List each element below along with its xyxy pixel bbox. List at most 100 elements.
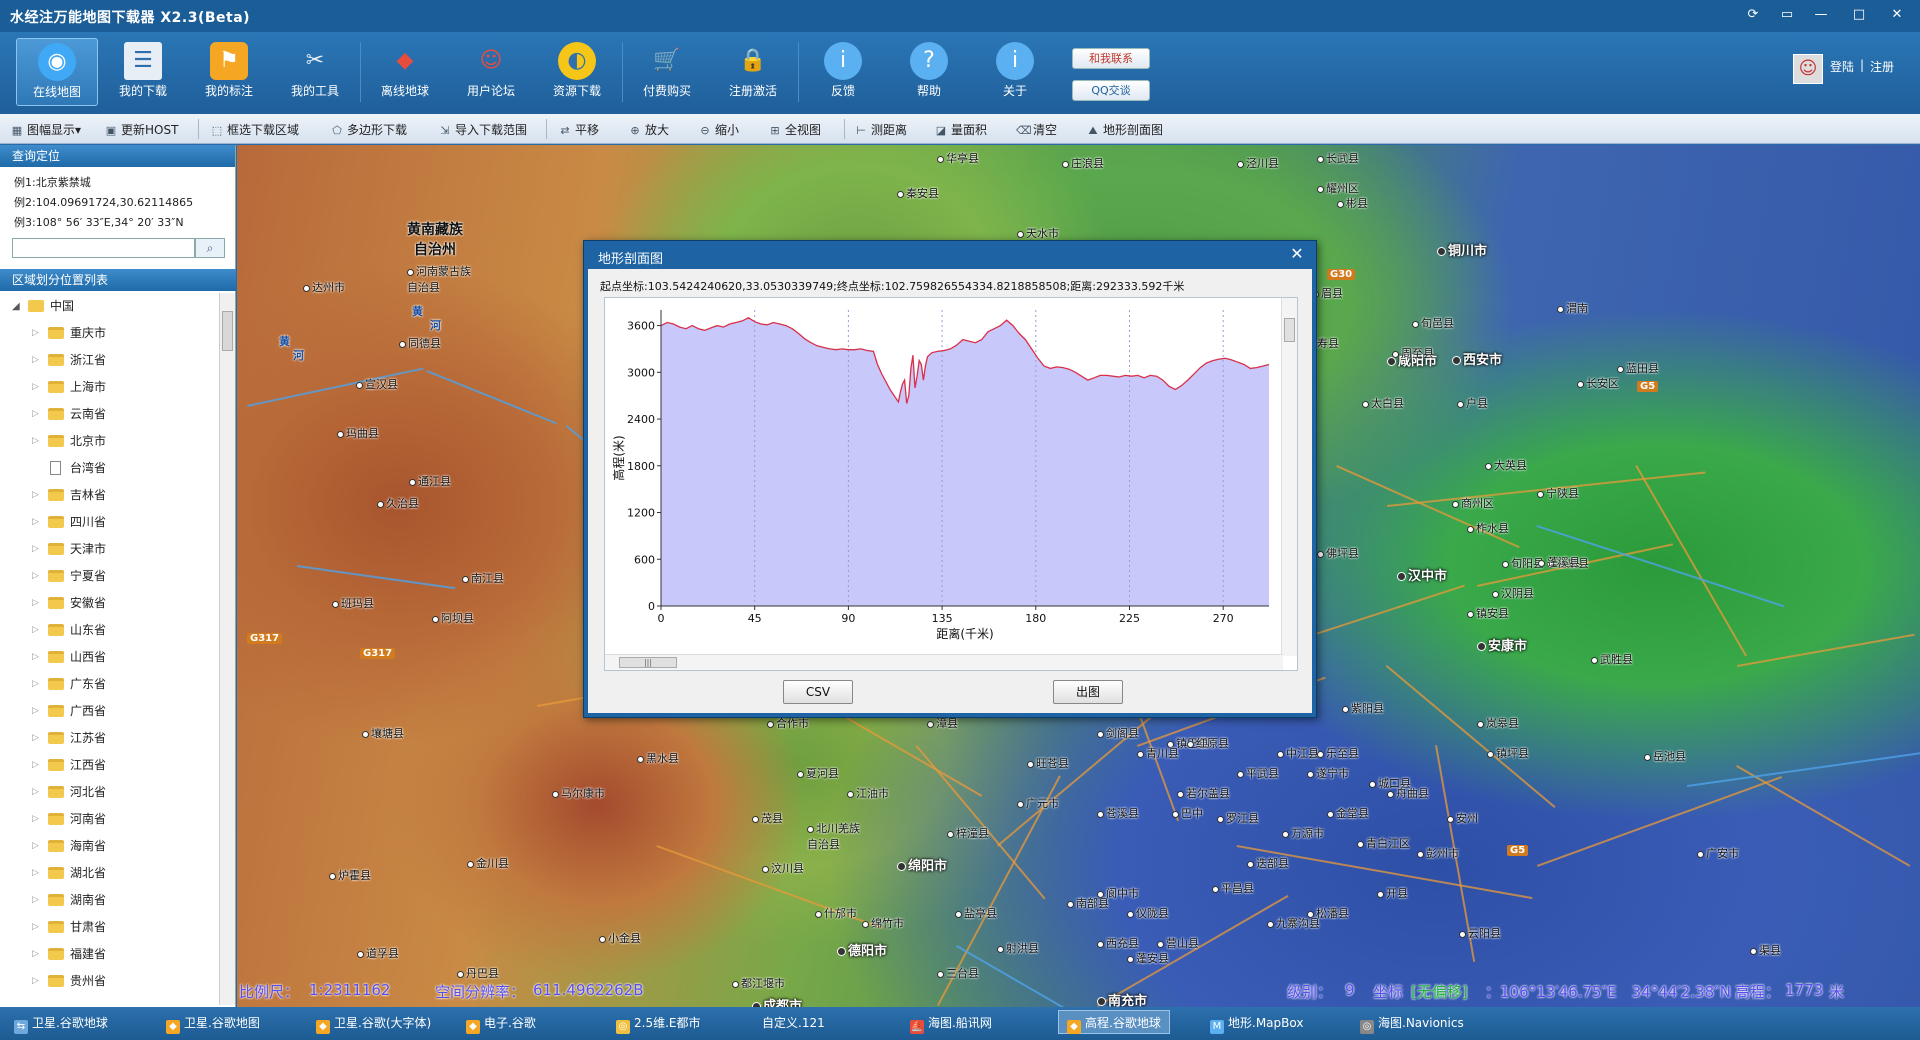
tab-satellite-google-large[interactable]: ◆ 卫星.谷歌(大字体) [316, 1014, 431, 1034]
close-icon[interactable]: ✕ [1286, 244, 1308, 264]
feedback-button[interactable]: i 反馈 [802, 38, 884, 106]
expand-icon[interactable]: ▷ [32, 833, 39, 860]
refresh-icon[interactable]: ⟳ [1738, 4, 1768, 26]
tab-custom[interactable]: 自定义.121 [762, 1014, 825, 1031]
qq-chat-button[interactable]: QQ交谈 [1072, 80, 1150, 101]
expand-icon[interactable]: ▷ [32, 590, 39, 617]
tree-item-province[interactable]: ▷ 浙江省 [0, 347, 219, 374]
scrollbar-thumb[interactable] [222, 311, 233, 351]
expand-icon[interactable]: ▷ [32, 725, 39, 752]
tree-item-province[interactable]: ▷ 北京市 [0, 428, 219, 455]
tab-satellite-google-map[interactable]: ◆ 卫星.谷歌地图 [166, 1014, 260, 1034]
tree-item-province[interactable]: ▷ 贵州省 [0, 968, 219, 995]
import-range-button[interactable]: ⇲ 导入下载范围 [438, 121, 527, 138]
expand-icon[interactable]: ▷ [32, 968, 39, 995]
expand-icon[interactable]: ▷ [32, 752, 39, 779]
scrollbar-thumb[interactable] [1284, 318, 1295, 342]
expand-icon[interactable]: ▷ [32, 644, 39, 671]
measure-distance-button[interactable]: ⊢ 测距离 [854, 121, 907, 138]
tree-item-province[interactable]: ▷ 河北省 [0, 779, 219, 806]
tree-item-province[interactable]: ▷ 云南省 [0, 401, 219, 428]
rect-select-download-button[interactable]: ⬚ 框选下载区域 [210, 121, 299, 138]
tree-item-province[interactable]: ▷ 上海市 [0, 374, 219, 401]
location-search-input[interactable] [12, 238, 195, 258]
expand-icon[interactable]: ▷ [32, 914, 39, 941]
expand-icon[interactable]: ▷ [32, 347, 39, 374]
tree-item-province[interactable]: ▷ 重庆市 [0, 320, 219, 347]
avatar[interactable]: ☺ [1793, 54, 1823, 84]
tab-satellite-google-earth[interactable]: ⇆ 卫星.谷歌地球 [14, 1014, 108, 1034]
tree-item-province[interactable]: ▷ 江苏省 [0, 725, 219, 752]
about-button[interactable]: i 关于 [974, 38, 1056, 106]
tree-item-province[interactable]: ▷ 广东省 [0, 671, 219, 698]
my-marker-button[interactable]: ⚑ 我的标注 [188, 38, 270, 106]
tab-edushi[interactable]: ◎ 2.5维.E都市 [616, 1014, 700, 1034]
expand-icon[interactable]: ▷ [32, 536, 39, 563]
expand-icon[interactable]: ▷ [32, 806, 39, 833]
online-map-button[interactable]: ◉ 在线地图 [16, 38, 98, 106]
minimize-icon[interactable]: — [1806, 4, 1836, 26]
contact-me-button[interactable]: 和我联系 [1072, 48, 1150, 69]
scrollbar-thumb[interactable]: ||| [619, 657, 677, 668]
login-link[interactable]: 登陆 [1830, 58, 1854, 75]
polygon-download-button[interactable]: ⬠ 多边形下载 [330, 121, 407, 138]
tree-item-province[interactable]: ▷ 湖南省 [0, 887, 219, 914]
tree-item-province[interactable]: ▷ 四川省 [0, 509, 219, 536]
expand-icon[interactable]: ▷ [32, 320, 39, 347]
tab-chart-navionics[interactable]: ◎ 海图.Navionics [1360, 1014, 1464, 1034]
expand-icon[interactable]: ▷ [32, 941, 39, 968]
tree-root-china[interactable]: ◢ 中国 [0, 293, 219, 320]
tree-item-province[interactable]: ▷ 山东省 [0, 617, 219, 644]
expand-icon[interactable]: ▷ [32, 428, 39, 455]
tree-item-province[interactable]: ▷ 安徽省 [0, 590, 219, 617]
tab-electronic-google[interactable]: ◆ 电子.谷歌 [466, 1014, 536, 1034]
expand-icon[interactable]: ▷ [32, 509, 39, 536]
expand-icon[interactable]: ▷ [32, 374, 39, 401]
my-download-button[interactable]: ☰ 我的下载 [102, 38, 184, 106]
terrain-profile-button[interactable]: ⛰ 地形剖面图 [1086, 121, 1163, 138]
maximize-icon[interactable]: □ [1844, 4, 1874, 26]
expand-icon[interactable]: ▷ [32, 617, 39, 644]
chart-vertical-scrollbar[interactable] [1281, 298, 1297, 656]
expand-icon[interactable]: ▷ [32, 887, 39, 914]
tree-item-province[interactable]: ▷ 福建省 [0, 941, 219, 968]
tree-item-province[interactable]: ▷ 广西省 [0, 698, 219, 725]
help-button[interactable]: ? 帮助 [888, 38, 970, 106]
my-tools-button[interactable]: ✂ 我的工具 [274, 38, 356, 106]
tree-item-province[interactable]: ▷ 山西省 [0, 644, 219, 671]
full-view-button[interactable]: ⊞ 全视图 [768, 121, 821, 138]
expand-icon[interactable]: ▷ [32, 482, 39, 509]
measure-area-button[interactable]: ◪ 量面积 [934, 121, 987, 138]
csv-button[interactable]: CSV [783, 680, 853, 704]
expand-icon[interactable]: ▷ [32, 671, 39, 698]
expand-icon[interactable]: ▷ [32, 779, 39, 806]
chart-horizontal-scrollbar[interactable]: ||| [605, 654, 1283, 670]
tab-ship-chart[interactable]: ⛵ 海图.船讯网 [910, 1014, 992, 1034]
offline-earth-button[interactable]: ◆ 离线地球 [364, 38, 446, 106]
tab-terrain-mapbox[interactable]: M 地形.MapBox [1210, 1014, 1303, 1034]
register-activate-button[interactable]: 🔒 注册激活 [712, 38, 794, 106]
user-forum-button[interactable]: ☺ 用户论坛 [450, 38, 532, 106]
tree-item-province[interactable]: ▷ 天津市 [0, 536, 219, 563]
expand-icon[interactable]: ▷ [32, 401, 39, 428]
expand-icon[interactable]: ▷ [32, 563, 39, 590]
tree-item-province[interactable]: 台湾省 [0, 455, 219, 482]
resource-download-button[interactable]: ◐ 资源下载 [536, 38, 618, 106]
register-link[interactable]: 注册 [1870, 58, 1894, 75]
restore-window-icon[interactable]: ▭ [1772, 4, 1802, 26]
zoom-out-button[interactable]: ⊖ 缩小 [698, 121, 739, 138]
tree-item-province[interactable]: ▷ 湖北省 [0, 860, 219, 887]
tree-scrollbar[interactable] [219, 293, 235, 1005]
search-button[interactable]: ⌕ [195, 238, 225, 258]
expand-icon[interactable]: ▷ [32, 698, 39, 725]
export-button[interactable]: 出图 [1053, 680, 1123, 704]
clear-button[interactable]: ⌫清空 [1016, 121, 1057, 138]
tree-item-province[interactable]: ▷ 江西省 [0, 752, 219, 779]
expand-icon[interactable]: ▷ [32, 860, 39, 887]
tree-item-province[interactable]: ▷ 海南省 [0, 833, 219, 860]
tree-item-province[interactable]: ▷ 宁夏省 [0, 563, 219, 590]
purchase-button[interactable]: 🛒 付费购买 [626, 38, 708, 106]
collapse-icon[interactable]: ◢ [12, 293, 20, 320]
frame-display-button[interactable]: ▦ 图幅显示▾ [10, 121, 81, 138]
tree-item-province[interactable]: ▷ 甘肃省 [0, 914, 219, 941]
